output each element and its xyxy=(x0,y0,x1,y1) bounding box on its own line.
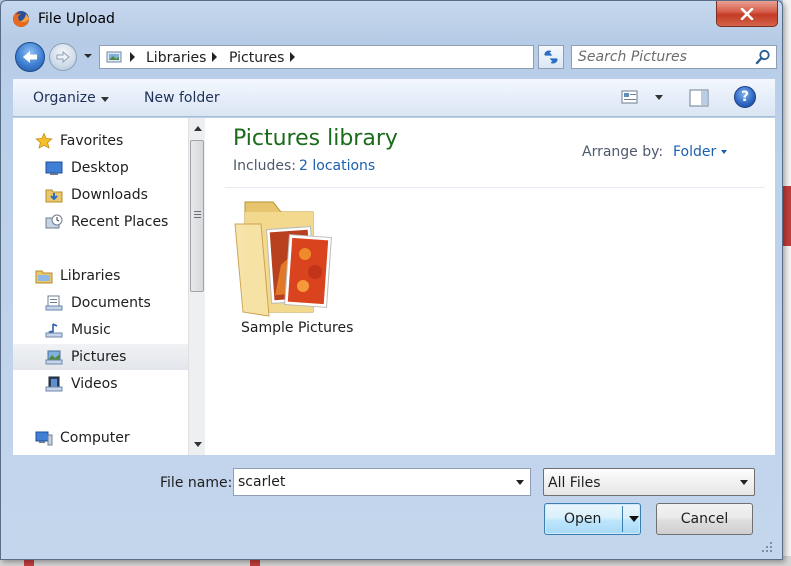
pictures-folder-icon xyxy=(234,201,332,317)
sidebar-item-label: Documents xyxy=(71,295,151,311)
open-button-label: Open xyxy=(564,511,602,527)
sidebar-item-videos[interactable]: Videos xyxy=(13,371,188,397)
organize-chevron-down-icon[interactable] xyxy=(101,97,109,102)
grip-line xyxy=(194,217,201,218)
sidebar-item-label: Computer xyxy=(60,430,130,446)
breadcrumb-separator-icon[interactable] xyxy=(212,52,217,62)
split-divider xyxy=(622,506,623,532)
videos-icon xyxy=(45,376,63,392)
grip-line xyxy=(194,211,201,212)
open-options-chevron-down-icon[interactable] xyxy=(629,516,639,522)
address-bar[interactable]: Libraries Pictures xyxy=(99,45,617,69)
header-divider xyxy=(225,187,765,188)
sidebar-item-pictures[interactable]: Pictures xyxy=(13,344,188,370)
music-icon xyxy=(45,323,63,338)
forward-button[interactable] xyxy=(49,43,77,71)
sidebar-item-label: Pictures xyxy=(71,349,127,365)
help-icon: ? xyxy=(740,89,750,105)
firefox-icon xyxy=(13,11,29,27)
sidebar-item-label: Downloads xyxy=(71,187,148,203)
navigation-pane: Favorites Desktop Downloads Recent Place… xyxy=(13,118,188,455)
file-name-chevron-down-icon[interactable] xyxy=(516,480,524,485)
file-name-input[interactable] xyxy=(238,474,498,490)
documents-icon xyxy=(45,295,63,311)
file-type-value: All Files xyxy=(548,475,601,491)
includes-label: Includes: xyxy=(233,158,296,174)
pictures-library-icon xyxy=(106,51,122,63)
sidebar-item-label: Videos xyxy=(71,376,118,392)
breadcrumb-separator-icon[interactable] xyxy=(130,52,135,62)
folder-name: Sample Pictures xyxy=(241,320,354,336)
sidebar-item-documents[interactable]: Documents xyxy=(13,290,188,316)
grip-line xyxy=(194,214,201,215)
sidebar-item-music[interactable]: Music xyxy=(13,317,188,343)
breadcrumb-separator-icon[interactable] xyxy=(290,52,295,62)
pictures-icon xyxy=(45,350,63,365)
recent-places-icon xyxy=(45,214,63,229)
cancel-button[interactable]: Cancel xyxy=(656,503,753,535)
refresh-button[interactable] xyxy=(538,45,564,69)
content-area: Favorites Desktop Downloads Recent Place… xyxy=(13,118,775,455)
sidebar-item-label: Favorites xyxy=(60,133,124,149)
breadcrumb-libraries[interactable]: Libraries xyxy=(146,50,206,66)
navigation-bar: Libraries Pictures xyxy=(11,41,777,73)
file-list-pane: Pictures library Includes: 2 locations A… xyxy=(211,118,775,455)
dialog-footer: File name: All Files Open Cancel xyxy=(13,455,775,555)
file-name-label: File name: xyxy=(160,475,233,491)
close-icon xyxy=(740,7,754,20)
scroll-down-icon[interactable] xyxy=(194,442,202,447)
search-icon[interactable] xyxy=(755,49,771,65)
command-bar: Organize New folder ? xyxy=(13,79,775,117)
downloads-icon xyxy=(45,189,63,203)
libraries-icon xyxy=(35,270,53,284)
sidebar-item-libraries[interactable]: Libraries xyxy=(13,263,188,289)
sidebar-item-favorites[interactable]: Favorites xyxy=(13,128,188,154)
sidebar-item-label: Music xyxy=(71,322,111,338)
help-button[interactable]: ? xyxy=(734,86,756,108)
sidebar-item-desktop[interactable]: Desktop xyxy=(13,155,188,181)
resize-grip-icon[interactable] xyxy=(761,541,773,553)
sidebar-item-recent-places[interactable]: Recent Places xyxy=(13,209,188,235)
arrange-chevron-down-icon[interactable] xyxy=(721,150,727,154)
search-input[interactable] xyxy=(578,49,748,65)
sidebar-item-downloads[interactable]: Downloads xyxy=(13,182,188,208)
title-bar[interactable]: File Upload xyxy=(1,1,782,37)
scrollbar-thumb[interactable] xyxy=(190,140,204,292)
scroll-up-icon[interactable] xyxy=(194,126,202,131)
desktop-icon xyxy=(45,161,63,175)
new-folder-button[interactable]: New folder xyxy=(144,90,220,106)
library-title: Pictures library xyxy=(233,126,398,151)
file-upload-dialog: File Upload Libraries Pictures Search Pi… xyxy=(0,0,783,560)
file-type-select[interactable]: All Files xyxy=(543,468,755,496)
arrow-right-icon xyxy=(56,50,70,64)
refresh-icon xyxy=(544,50,558,64)
preview-pane-icon[interactable] xyxy=(689,89,709,107)
recent-pages-chevron-down-icon[interactable] xyxy=(83,52,93,60)
includes-locations-link[interactable]: 2 locations xyxy=(299,158,375,174)
sidebar-item-label: Desktop xyxy=(71,160,129,176)
cancel-button-label: Cancel xyxy=(680,511,729,527)
arrange-by-label: Arrange by: xyxy=(582,144,664,160)
sidebar-item-label: Recent Places xyxy=(71,214,169,230)
arrange-by-dropdown[interactable]: Folder xyxy=(673,144,716,160)
computer-icon xyxy=(35,431,53,446)
arrow-left-icon xyxy=(23,51,37,63)
search-box[interactable] xyxy=(571,45,777,69)
file-type-chevron-down-icon[interactable] xyxy=(740,480,748,485)
window-title: File Upload xyxy=(38,11,115,27)
breadcrumb-pictures[interactable]: Pictures xyxy=(229,50,284,66)
star-icon xyxy=(35,133,53,149)
back-button[interactable] xyxy=(15,42,45,72)
views-chevron-down-icon[interactable] xyxy=(655,95,663,100)
close-button[interactable] xyxy=(716,1,778,27)
sidebar-item-computer[interactable]: Computer xyxy=(13,425,188,451)
sidebar-item-label: Libraries xyxy=(60,268,121,284)
organize-button[interactable]: Organize xyxy=(33,90,96,106)
open-button[interactable]: Open xyxy=(544,503,641,535)
folder-item-sample-pictures[interactable]: Sample Pictures xyxy=(231,194,361,344)
change-view-icon[interactable] xyxy=(621,89,639,105)
navigation-pane-scrollbar[interactable] xyxy=(188,118,205,455)
file-name-combobox[interactable] xyxy=(233,468,531,496)
